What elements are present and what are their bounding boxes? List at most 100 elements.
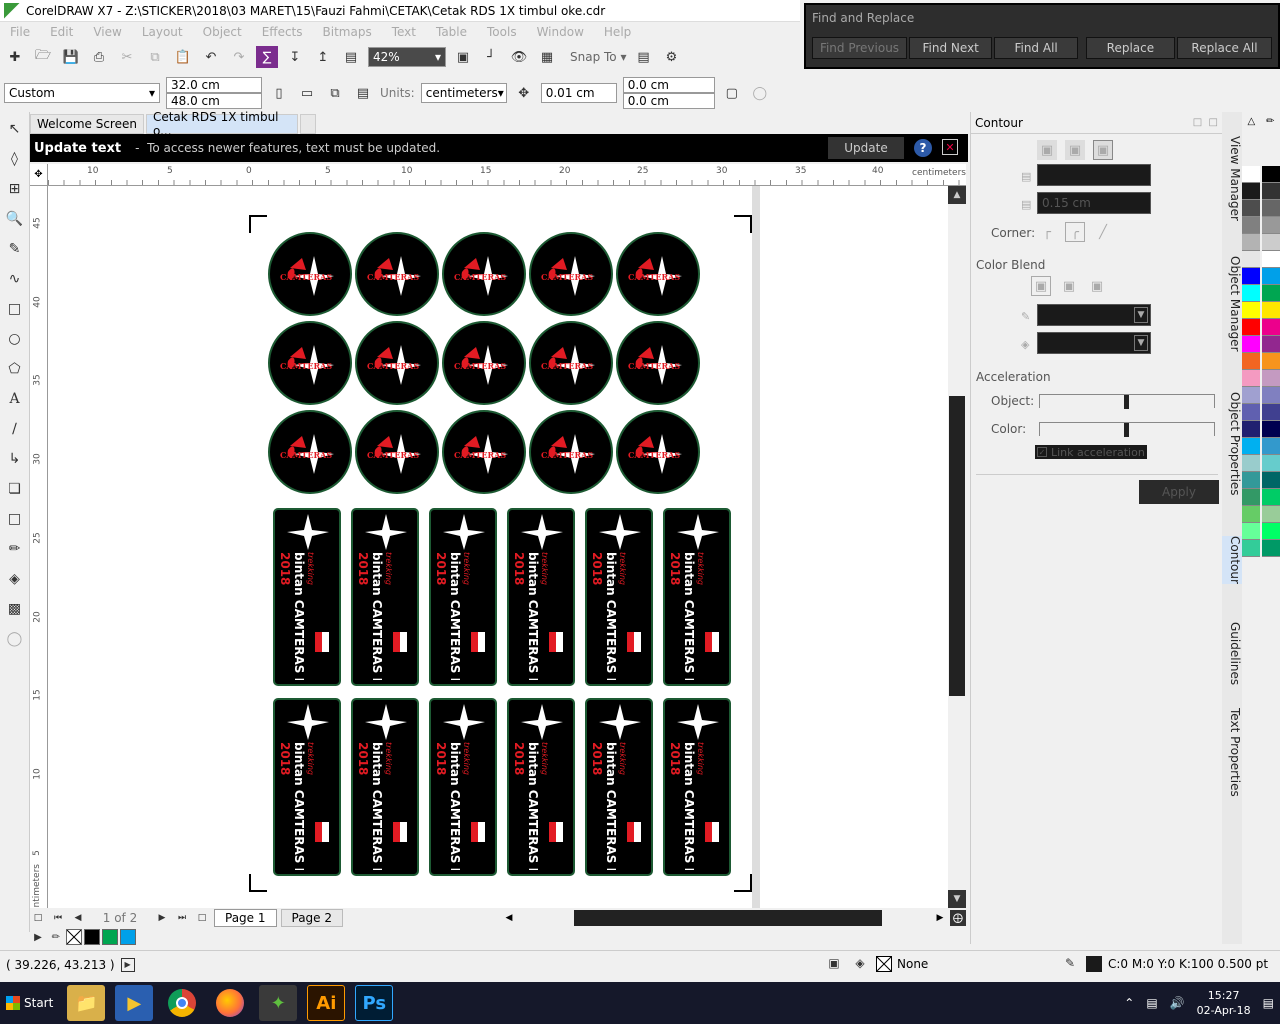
vertical-ruler[interactable]: 45 40 35 30 25 20 15 10 5 centimeters xyxy=(30,186,48,918)
palette-swatch[interactable] xyxy=(1262,540,1280,557)
new-icon[interactable]: ✚ xyxy=(4,46,26,68)
tab-welcome-screen[interactable]: Welcome Screen xyxy=(30,114,144,134)
tab-object-manager[interactable]: Object Manager xyxy=(1222,256,1242,352)
round-sticker[interactable]: CAMTERAS xyxy=(616,321,700,405)
round-sticker[interactable]: CAMTERAS xyxy=(355,232,439,316)
menu-object[interactable]: Object xyxy=(193,25,252,39)
landscape-icon[interactable]: ▭ xyxy=(296,82,318,104)
palette-swatch[interactable] xyxy=(1242,268,1260,285)
palette-swatch[interactable] xyxy=(1242,183,1260,200)
clock[interactable]: 15:27 02-Apr-18 xyxy=(1197,988,1251,1018)
menu-table[interactable]: Table xyxy=(426,25,477,39)
color-accel-slider[interactable] xyxy=(1039,422,1215,437)
crop-tool-icon[interactable]: ⊞ xyxy=(4,178,26,200)
horizontal-scroll-thumb[interactable] xyxy=(574,910,882,926)
replace-all-button[interactable]: Replace All xyxy=(1177,37,1273,59)
scroll-left-icon[interactable]: ◀ xyxy=(498,910,520,926)
color-swatch[interactable] xyxy=(84,929,100,945)
steps-field[interactable] xyxy=(1037,164,1151,186)
play-icon[interactable]: ▶ xyxy=(120,957,135,972)
find-all-button[interactable]: Find All xyxy=(994,37,1078,59)
pdf-icon[interactable]: ▤ xyxy=(340,46,362,68)
palette-swatch[interactable] xyxy=(1242,404,1260,421)
tab-document[interactable]: Cetak RDS 1X timbul o... xyxy=(145,110,298,138)
round-sticker[interactable]: CAMTERAS xyxy=(442,410,526,494)
text-tool-icon[interactable]: A xyxy=(4,388,26,410)
palette-swatch[interactable] xyxy=(1242,234,1260,251)
page-tab-1[interactable]: Page 1 xyxy=(214,909,277,927)
notification-icon[interactable]: ▤ xyxy=(1263,996,1274,1010)
rectangular-sticker[interactable]: trekking bintan CAMTERAS IV 2018 xyxy=(429,508,497,686)
open-icon[interactable]: 🗁 xyxy=(32,46,54,68)
menu-file[interactable]: File xyxy=(0,25,40,39)
palette-swatch[interactable] xyxy=(1262,319,1280,336)
connector-tool-icon[interactable]: ↳ xyxy=(4,448,26,470)
last-page-icon[interactable]: ⏭ xyxy=(174,910,190,926)
page-preset-select[interactable]: Custom ▾ xyxy=(4,83,160,103)
quick-customize-icon[interactable]: ◯ xyxy=(749,82,771,104)
inside-icon[interactable]: ▣ xyxy=(1065,140,1085,160)
print-icon[interactable]: ⎙ xyxy=(88,46,110,68)
full-screen-icon[interactable]: ▣ xyxy=(452,46,474,68)
palette-options-icon[interactable]: ▶ xyxy=(30,929,46,945)
undo-icon[interactable]: ↶ xyxy=(200,46,222,68)
clockwise-blend-icon[interactable]: ▣ xyxy=(1059,276,1079,296)
first-page-icon[interactable]: ⏮ xyxy=(50,910,66,926)
palette-swatch[interactable] xyxy=(1262,251,1280,268)
rectangular-sticker[interactable]: trekking bintan CAMTERAS IV 2018 xyxy=(273,508,341,686)
outline-color-swatch[interactable] xyxy=(1086,956,1102,972)
round-sticker[interactable]: CAMTERAS xyxy=(355,410,439,494)
palette-swatch[interactable] xyxy=(1242,523,1260,540)
round-sticker[interactable]: CAMTERAS xyxy=(268,410,352,494)
link-acceleration-checkbox[interactable]: ✓ Link acceleration xyxy=(1035,445,1147,459)
view-icon[interactable]: 👁 xyxy=(508,46,530,68)
palette-swatch[interactable] xyxy=(1242,217,1260,234)
no-color-swatch[interactable] xyxy=(66,929,82,945)
launch-icon[interactable]: ⚙ xyxy=(660,46,682,68)
palette-swatch[interactable] xyxy=(1242,540,1260,557)
scroll-up-icon[interactable]: △ xyxy=(1247,116,1255,166)
menu-text[interactable]: Text xyxy=(382,25,426,39)
paste-icon[interactable]: 📋 xyxy=(172,46,194,68)
illustrator-icon[interactable]: Ai xyxy=(307,985,346,1021)
tab-view-manager[interactable]: View Manager xyxy=(1222,136,1242,221)
nudge-field[interactable]: 0.01 cm xyxy=(540,83,617,103)
grid-icon[interactable]: ▦ xyxy=(536,46,558,68)
color-swatch[interactable] xyxy=(120,929,136,945)
counterclockwise-blend-icon[interactable]: ▣ xyxy=(1087,276,1107,296)
palette-swatch[interactable] xyxy=(1262,336,1280,353)
palette-swatch[interactable] xyxy=(1262,268,1280,285)
menu-effects[interactable]: Effects xyxy=(252,25,313,39)
polygon-tool-icon[interactable]: ⬠ xyxy=(4,358,26,380)
portrait-icon[interactable]: ▯ xyxy=(268,82,290,104)
copy-icon[interactable]: ⧉ xyxy=(144,46,166,68)
palette-swatch[interactable] xyxy=(1242,285,1260,302)
pick-tool-icon[interactable]: ↖ xyxy=(4,118,26,140)
bevel-corner-icon[interactable]: ╱ xyxy=(1093,222,1113,242)
coreldraw-taskbar-icon[interactable]: ✦ xyxy=(259,985,298,1021)
vertical-scrollbar[interactable]: ▲ ▼ xyxy=(948,186,966,908)
to-center-icon[interactable]: ▣ xyxy=(1037,140,1057,160)
menu-bitmaps[interactable]: Bitmaps xyxy=(313,25,382,39)
ellipse-tool-icon[interactable]: ○ xyxy=(4,328,26,350)
import-icon[interactable]: ↧ xyxy=(284,46,306,68)
rectangular-sticker[interactable]: trekking bintan CAMTERAS IV 2018 xyxy=(507,508,575,686)
smart-fill-icon[interactable]: ▩ xyxy=(4,598,26,620)
rectangular-sticker[interactable]: trekking bintan CAMTERAS IV 2018 xyxy=(507,698,575,876)
menu-layout[interactable]: Layout xyxy=(132,25,193,39)
outline-pen-icon[interactable]: ✎ xyxy=(1062,955,1078,971)
object-info-icon[interactable]: ▣ xyxy=(826,955,842,971)
palette-swatch[interactable] xyxy=(1242,421,1260,438)
offset-field[interactable]: 0.15 cm xyxy=(1037,192,1151,214)
find-next-button[interactable]: Find Next xyxy=(909,37,993,59)
palette-swatch[interactable] xyxy=(1262,421,1280,438)
palette-swatch[interactable] xyxy=(1242,336,1260,353)
round-sticker[interactable]: CAMTERAS xyxy=(442,232,526,316)
round-sticker[interactable]: CAMTERAS xyxy=(616,410,700,494)
add-page-icon[interactable]: □ xyxy=(30,910,46,926)
palette-swatch[interactable] xyxy=(1242,489,1260,506)
palette-swatch[interactable] xyxy=(1242,251,1260,268)
page-width-field[interactable]: 32.0 cm xyxy=(166,77,262,93)
palette-swatch[interactable] xyxy=(1242,387,1260,404)
palette-swatch[interactable] xyxy=(1262,285,1280,302)
